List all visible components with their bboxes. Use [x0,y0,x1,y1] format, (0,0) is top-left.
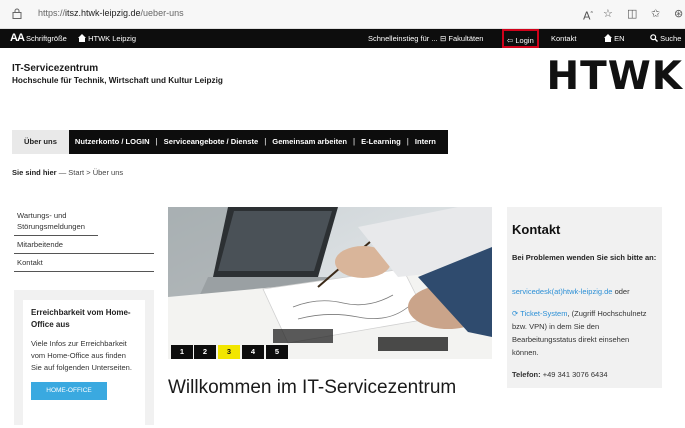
lock-icon [12,8,22,19]
breadcrumb: Sie sind hier — Start > Über uns [12,168,123,177]
nav-item-ueber-uns[interactable]: Über uns [12,130,69,154]
favorites-icon[interactable]: ✩ [651,7,660,21]
contact-lead: Bei Problemen wenden Sie sich bitte an: [512,253,657,262]
contact-or: oder [614,287,630,296]
faculties-icon: ⊟ [440,34,447,43]
main-navigation: Über uns Nutzerkonto / LOGIN | Servicean… [12,130,448,154]
contact-link[interactable]: Kontakt [551,29,576,48]
nav-item-e-learning[interactable]: E-Learning [355,130,407,154]
extensions-icon[interactable]: ⊛ [674,7,683,21]
phone-number[interactable]: +49 341 3076 6434 [543,370,608,379]
sidebar-item-mitarbeitende[interactable]: Mitarbeitende [14,236,154,254]
ticket-system-link[interactable]: Ticket-System [520,309,567,318]
search-label: Suche [660,34,682,43]
contact-ticket-text: ⟳ Ticket-System, (Zugriff Hochschulnetz … [512,307,657,359]
slide-dot-4[interactable]: 4 [242,345,264,359]
login-link[interactable]: ⇦ Login [502,29,539,48]
font-size-label: Schriftgröße [25,34,67,43]
breadcrumb-start[interactable]: Start [68,168,84,177]
ticket-icon: ⟳ [512,309,519,318]
site-subtitle: Hochschule für Technik, Wirtschaft und K… [12,76,223,85]
url-field[interactable]: https://itsz.htwk-leipzig.de/ueber-uns [38,8,184,18]
font-size-control[interactable]: AA Schriftgröße [10,29,67,48]
quick-start-link[interactable]: Schnelleinstieg für ... [368,29,438,48]
slide-dot-2[interactable]: 2 [194,345,216,359]
search-icon [650,34,658,42]
utility-bar: AA Schriftgröße HTWK Leipzig Schnelleins… [0,29,685,48]
homeoffice-button[interactable]: HOME-OFFICE [31,382,107,400]
url-domain: itsz.htwk-leipzig.de [65,8,141,18]
contact-email-line: servicedesk(at)htwk-leipzig.de oder [512,287,630,296]
homeoffice-text: Viele Infos zur Erreichbarkeit vom Home-… [31,339,132,372]
contact-phone: Telefon: +49 341 3076 6434 [512,370,608,379]
font-size-aa: AA [10,32,25,44]
language-label: EN [614,34,625,43]
language-switch[interactable]: EN [604,29,625,48]
home-link-label: HTWK Leipzig [88,34,137,43]
contact-box: Kontakt Bei Problemen wenden Sie sich bi… [507,207,662,388]
home-link[interactable]: HTWK Leipzig [78,29,136,48]
breadcrumb-dash: — [58,168,67,177]
sidebar-item-stoerungsmeldungen[interactable]: Wartungs- und Störungsmeldungen [14,207,98,236]
slide-dot-3[interactable]: 3 [218,345,240,359]
nav-item-nutzerkonto[interactable]: Nutzerkonto / LOGIN [68,130,156,154]
contact-email-link[interactable]: servicedesk(at)htwk-leipzig.de [512,287,612,296]
sidebar-nav: Wartungs- und Störungsmeldungen Mitarbei… [14,207,154,272]
favorite-star-icon[interactable]: ☆ [603,7,613,21]
faculties-link[interactable]: ⊟ Fakultäten [440,29,483,48]
hero-slider: 1 2 3 4 5 [168,207,492,359]
sidebar-item-kontakt[interactable]: Kontakt [14,254,154,272]
nav-item-gemeinsam-arbeiten[interactable]: Gemeinsam arbeiten [266,130,353,154]
phone-label: Telefon: [512,370,541,379]
hero-image [168,207,492,359]
site-title[interactable]: IT-Servicezentrum [12,63,98,74]
homeoffice-title: Erreichbarkeit vom Home-Office aus [31,308,131,329]
home-icon [78,34,86,42]
read-aloud-icon[interactable]: Aᵃ [583,7,593,24]
homeoffice-box: Erreichbarkeit vom Home-Office aus Viele… [14,290,154,425]
login-label: Login [515,36,534,45]
page-heading: Willkommen im IT-Servicezentrum [168,377,457,398]
breadcrumb-arrow: > [86,168,91,177]
url-prefix: https:// [38,8,66,18]
split-screen-icon[interactable]: ◫ [627,7,637,21]
slide-dot-5[interactable]: 5 [266,345,288,359]
contact-title: Kontakt [512,222,561,237]
breadcrumb-here: Sie sind hier [12,168,57,177]
htwk-logo[interactable]: HTWK [547,54,683,99]
url-path: /ueber-uns [140,8,184,18]
nav-item-intern[interactable]: Intern [408,130,448,154]
breadcrumb-current: Über uns [92,168,124,177]
home-icon [604,34,612,42]
browser-address-bar: https://itsz.htwk-leipzig.de/ueber-uns A… [0,0,685,29]
faculties-label: Fakultäten [448,34,484,43]
login-icon: ⇦ [507,36,514,45]
search-link[interactable]: Suche [650,29,681,48]
slide-dot-1[interactable]: 1 [171,345,193,359]
nav-item-serviceangebote[interactable]: Serviceangebote / Dienste [157,130,265,154]
